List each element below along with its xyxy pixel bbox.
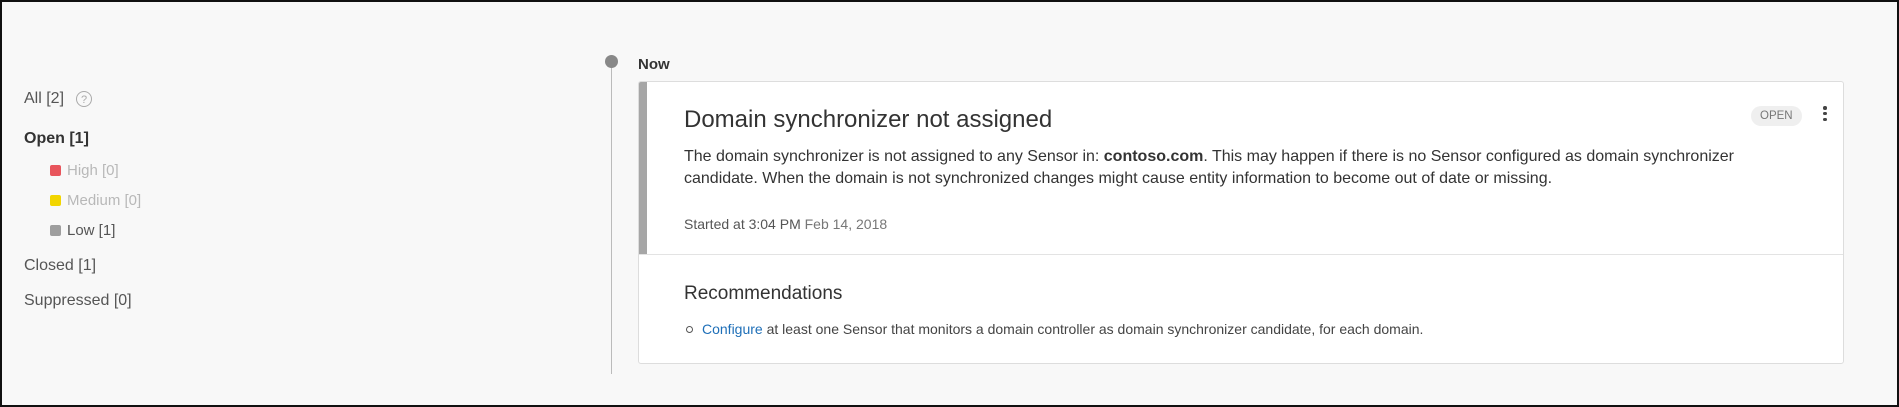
filter-low[interactable]: Low [1] <box>50 222 115 239</box>
filter-high-label: High [0] <box>67 162 119 179</box>
filter-high[interactable]: High [0] <box>50 162 119 179</box>
alert-description-text: The domain synchronizer is not assigned … <box>684 148 1104 165</box>
recommendations-list: Configure at least one Sensor that monit… <box>684 321 1423 337</box>
filter-closed[interactable]: Closed [1] <box>24 257 96 275</box>
filter-low-label: Low [1] <box>67 222 116 239</box>
medium-severity-swatch <box>50 195 61 206</box>
low-severity-swatch <box>50 225 61 236</box>
started-time: Started at 3:04 PM Feb 14, 2018 <box>684 216 887 232</box>
filter-all-label: All [2] <box>24 90 65 107</box>
recommendation-text: at least one Sensor that monitors a doma… <box>762 321 1424 337</box>
timeline-now-label: Now <box>638 56 670 73</box>
help-icon[interactable]: ? <box>76 90 93 107</box>
filter-open[interactable]: Open [1] <box>24 130 89 148</box>
status-badge: OPEN <box>1751 106 1802 126</box>
configure-link[interactable]: Configure <box>702 321 763 337</box>
filter-suppressed[interactable]: Suppressed [0] <box>24 292 132 310</box>
alert-card[interactable]: Domain synchronizer not assigned OPEN Th… <box>638 81 1844 364</box>
filter-medium[interactable]: Medium [0] <box>50 192 141 209</box>
started-date: Feb 14, 2018 <box>804 216 888 232</box>
timeline-dot <box>605 55 618 68</box>
more-options-icon[interactable] <box>1820 104 1830 126</box>
divider <box>639 254 1843 255</box>
alert-domain: contoso.com <box>1103 148 1204 165</box>
alert-title: Domain synchronizer not assigned <box>684 106 1053 133</box>
started-prefix: Started at 3:04 PM <box>684 216 801 232</box>
high-severity-swatch <box>50 165 61 176</box>
alert-header: Domain synchronizer not assigned OPEN Th… <box>639 82 1843 254</box>
recommendations-title: Recommendations <box>684 283 843 304</box>
list-item: Configure at least one Sensor that monit… <box>684 321 1423 337</box>
bullet-icon <box>686 326 693 334</box>
alert-description: The domain synchronizer is not assigned … <box>684 146 1744 190</box>
filter-medium-label: Medium [0] <box>67 192 142 209</box>
filter-all[interactable]: All [2]? <box>24 90 93 108</box>
severity-accent-bar <box>639 82 647 254</box>
timeline-line <box>611 64 612 374</box>
